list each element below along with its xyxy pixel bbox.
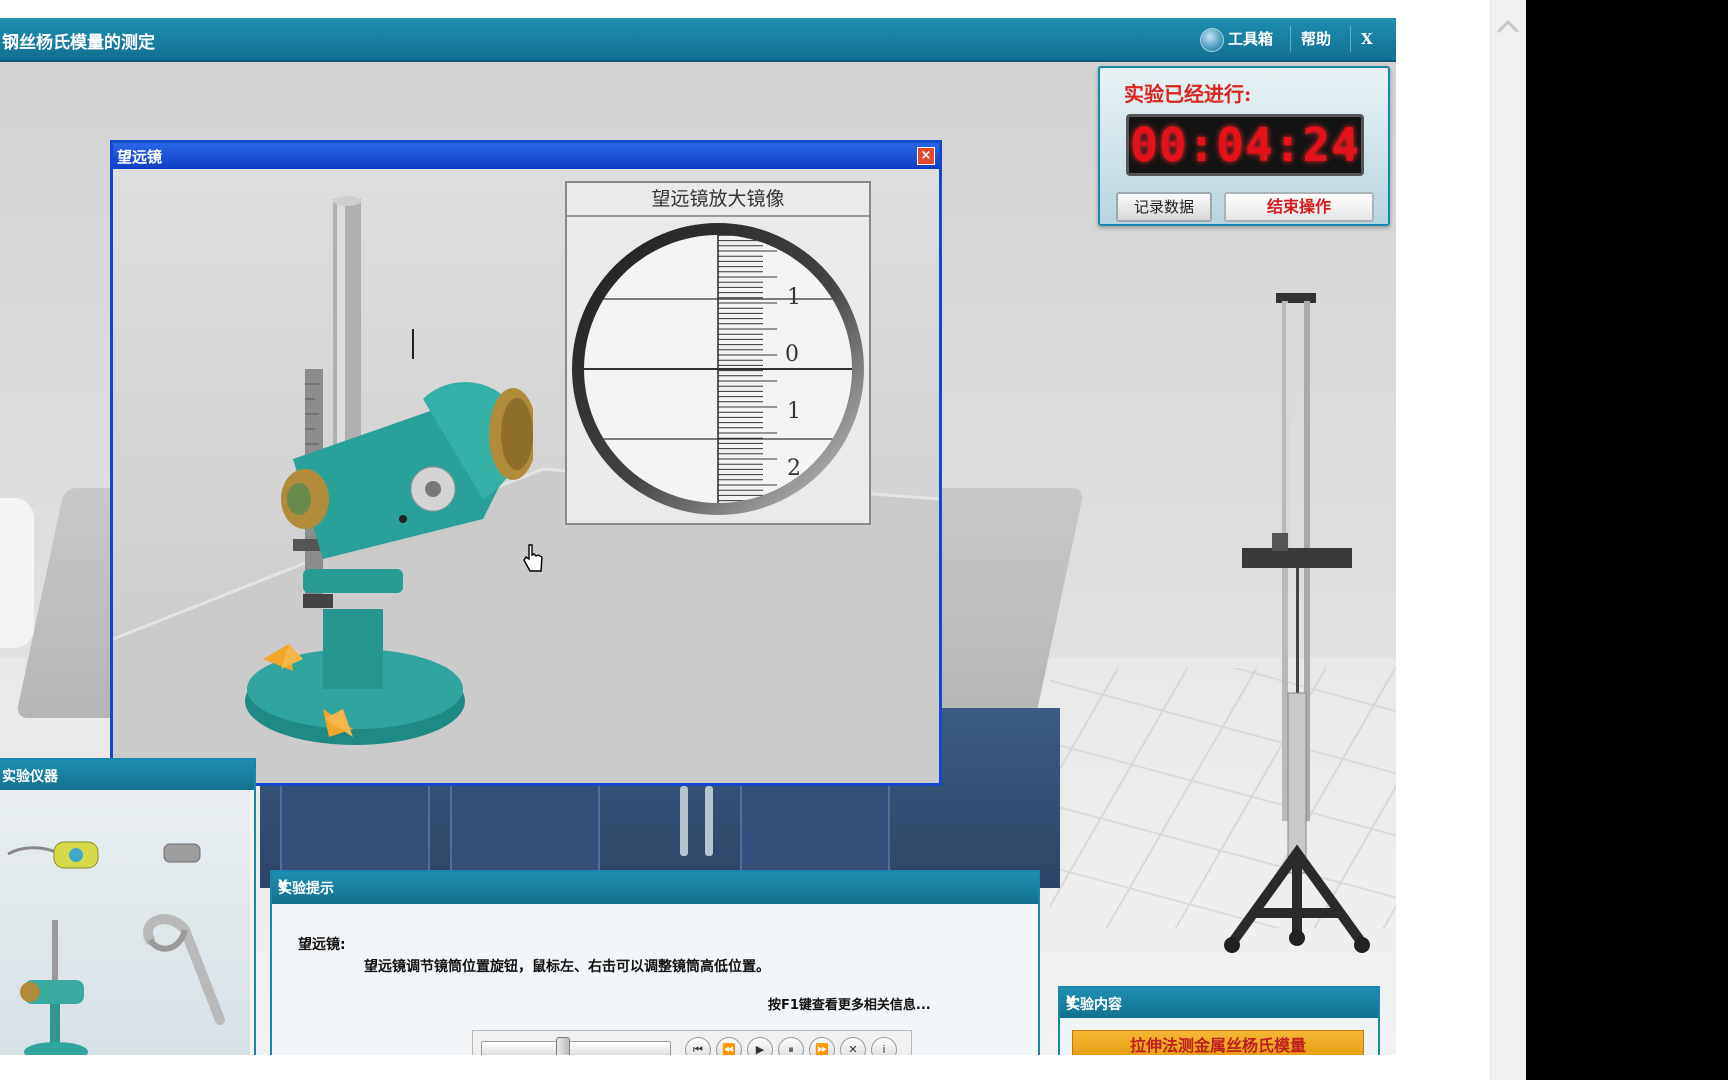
telescope-view: 望远镜放大镜像 1 0 1 2 bbox=[113, 169, 939, 783]
youngs-modulus-apparatus[interactable] bbox=[1212, 293, 1382, 993]
content-header: 实验内容 ¥ bbox=[1060, 988, 1378, 1018]
hints-collapse-button[interactable]: ¥ bbox=[278, 878, 1032, 894]
dialog-title-bar: 望远镜 × bbox=[113, 143, 939, 169]
help-button[interactable]: 帮助 bbox=[1290, 26, 1341, 52]
magnified-image-title: 望远镜放大镜像 bbox=[567, 183, 869, 217]
slider-thumb[interactable] bbox=[556, 1037, 570, 1055]
pause-icon[interactable]: ⏸ bbox=[778, 1037, 804, 1055]
title-bar: 钢丝杨氏模量的测定 工具箱 帮助 X bbox=[0, 18, 1396, 62]
content-item-button[interactable]: 拉伸法测金属丝杨氏模量 bbox=[1072, 1030, 1364, 1055]
hints-header: 实验提示 ¥ bbox=[272, 872, 1038, 904]
scrollbar-gutter[interactable] bbox=[1490, 0, 1526, 1080]
dialog-title: 望远镜 bbox=[117, 148, 163, 166]
scale-label: 0 bbox=[785, 342, 799, 367]
close-button[interactable]: X bbox=[1350, 26, 1383, 52]
hints-panel: 实验提示 ¥ 望远镜: 望远镜调节镜筒位置旋钮，鼠标左、右击可以调整镜筒高低位置… bbox=[270, 870, 1040, 1055]
clamp-instrument-icon[interactable] bbox=[130, 910, 230, 1040]
instruments-list bbox=[0, 790, 250, 1055]
play-icon[interactable]: ▶ bbox=[747, 1037, 773, 1055]
forward-icon[interactable]: ⏩ bbox=[809, 1037, 835, 1055]
globe-icon bbox=[1200, 27, 1224, 52]
progress-slider[interactable] bbox=[481, 1037, 671, 1055]
experiment-content-panel: 实验内容 ¥ 拉伸法测金属丝杨氏模量 bbox=[1058, 986, 1380, 1055]
scale-label: 1 bbox=[787, 399, 801, 424]
stop-icon[interactable]: ✕ bbox=[840, 1037, 866, 1055]
instruments-title: 实验仪器 bbox=[2, 769, 58, 785]
media-player: ⏮ ⏪ ▶ ⏸ ⏩ ✕ i bbox=[472, 1030, 912, 1055]
tape-measure-icon[interactable] bbox=[6, 834, 106, 874]
side-black-area bbox=[1526, 0, 1728, 1080]
magnified-eyepiece: 1 0 1 2 bbox=[572, 223, 864, 515]
timer-label: 实验已经进行: bbox=[1124, 82, 1252, 106]
instruments-header: 实验仪器 bbox=[0, 760, 254, 790]
scale-label: 1 bbox=[787, 285, 801, 310]
toolbox-button[interactable]: 工具箱 bbox=[1190, 26, 1283, 52]
telescope-model[interactable] bbox=[233, 189, 533, 749]
info-icon[interactable]: i bbox=[871, 1037, 897, 1055]
screen: 钢丝杨氏模量的测定 工具箱 帮助 X 实验已经进行: 00:04:24 记录数据… bbox=[0, 0, 1728, 1080]
rewind-icon[interactable]: ⏪ bbox=[716, 1037, 742, 1055]
weight-icon[interactable] bbox=[160, 840, 204, 866]
window-title: 钢丝杨氏模量的测定 bbox=[2, 33, 155, 53]
scale-label: 2 bbox=[787, 456, 801, 481]
cabinet-handle bbox=[680, 786, 688, 856]
first-icon[interactable]: ⏮ bbox=[685, 1037, 711, 1055]
chevron-up-icon[interactable] bbox=[1492, 10, 1524, 42]
record-data-button[interactable]: 记录数据 bbox=[1116, 192, 1212, 222]
timer-panel: 实验已经进行: 00:04:24 记录数据 结束操作 bbox=[1098, 66, 1390, 226]
instruments-panel: 实验仪器 bbox=[0, 758, 256, 1055]
end-operation-button[interactable]: 结束操作 bbox=[1224, 192, 1374, 222]
experiment-window: 钢丝杨氏模量的测定 工具箱 帮助 X 实验已经进行: 00:04:24 记录数据… bbox=[0, 18, 1396, 1055]
cabinet-handle bbox=[705, 786, 713, 856]
hint-more-info: 按F1键查看更多相关信息... bbox=[768, 998, 931, 1013]
hint-item-text: 望远镜调节镜筒位置旋钮，鼠标左、右击可以调整镜筒高低位置。 bbox=[364, 959, 770, 975]
hint-item-name: 望远镜: bbox=[298, 937, 346, 953]
toolbox-label: 工具箱 bbox=[1228, 30, 1274, 48]
window-light bbox=[0, 498, 34, 648]
timer-display: 00:04:24 bbox=[1126, 114, 1364, 176]
telescope-dialog: 望远镜 × 望远镜放大镜像 1 0 1 2 bbox=[110, 140, 942, 786]
content-collapse-button[interactable]: ¥ bbox=[1066, 994, 1372, 1010]
hand-cursor-icon bbox=[523, 544, 543, 572]
telescope-instrument-icon[interactable] bbox=[16, 920, 96, 1055]
magnified-image-panel: 望远镜放大镜像 1 0 1 2 bbox=[565, 181, 871, 525]
dialog-close-button[interactable]: × bbox=[917, 147, 935, 165]
